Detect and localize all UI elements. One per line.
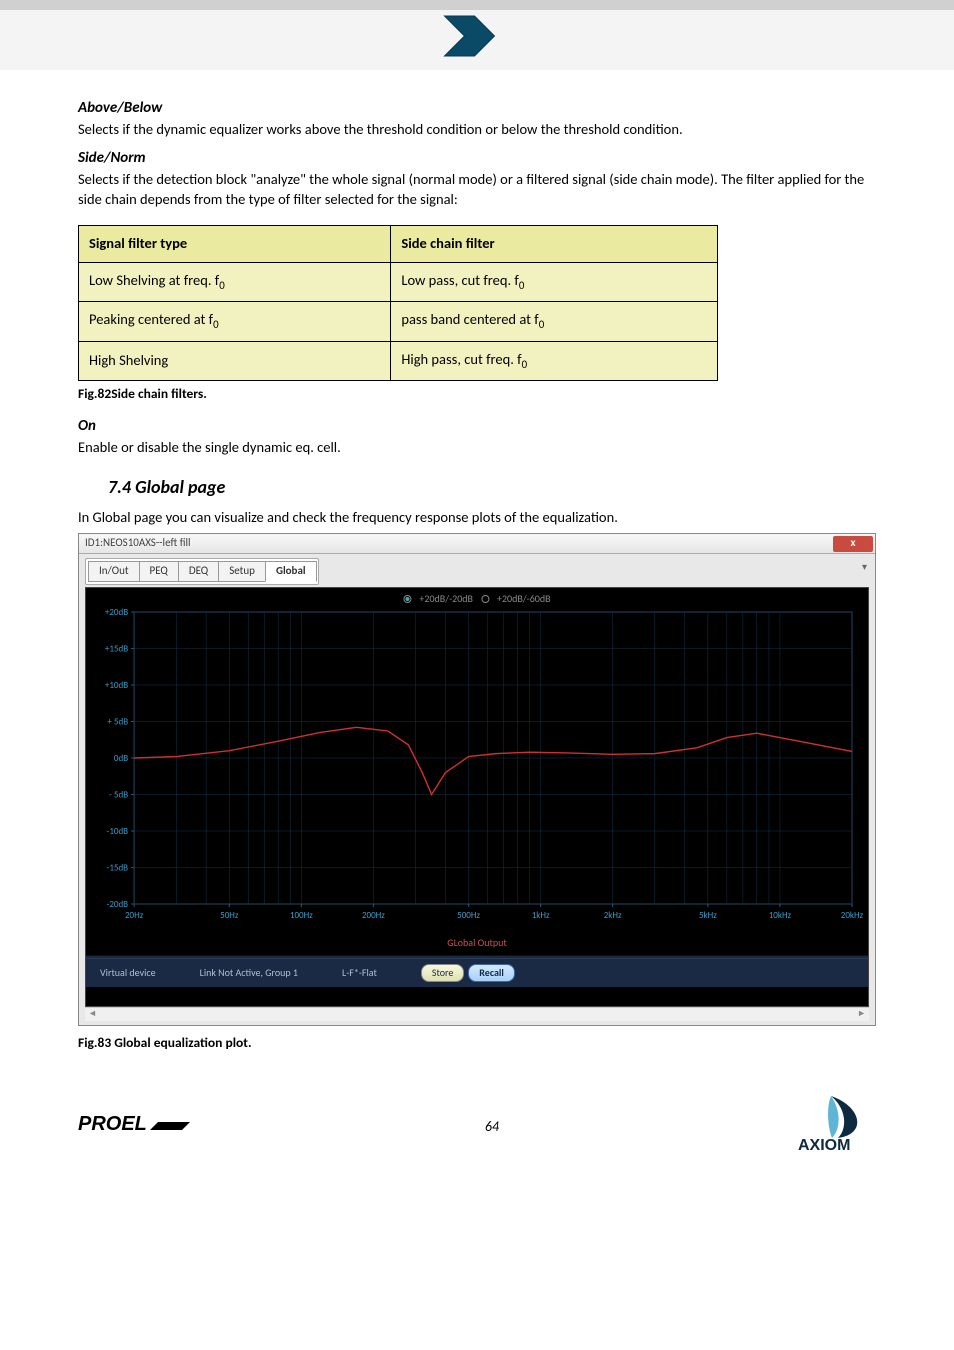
eq-plot: +20dB +15dB +10dB + 5dB 0dB - 5dB -10dB -15dB -2… bbox=[86, 588, 868, 928]
table-row: Low Shelving at freq. f0 Low pass, cut f… bbox=[79, 262, 718, 302]
text-above-below: Selects if the dynamic equalizer works a… bbox=[78, 120, 876, 140]
window-title: ID1:NEOS10AXS--left fill bbox=[85, 536, 191, 551]
table-row: High Shelving High pass, cut freq. f0 bbox=[79, 341, 718, 381]
tab-setup[interactable]: Setup bbox=[218, 561, 266, 582]
zoom-radio-20[interactable] bbox=[403, 595, 411, 603]
zoom-label-60: +20dB/-60dB bbox=[497, 592, 551, 606]
text-side-norm: Selects if the detection block "analyze"… bbox=[78, 170, 876, 209]
th-sidechain: Side chain filter bbox=[391, 226, 718, 263]
svg-text:5kHz: 5kHz bbox=[699, 910, 717, 921]
svg-text:1kHz: 1kHz bbox=[532, 910, 550, 921]
recall-button[interactable]: Recall bbox=[468, 964, 515, 982]
th-signal: Signal filter type bbox=[79, 226, 391, 263]
tab-global[interactable]: Global bbox=[265, 561, 317, 582]
svg-text:+ 5dB: + 5dB bbox=[107, 717, 128, 728]
close-icon: x bbox=[850, 536, 855, 551]
svg-text:20Hz: 20Hz bbox=[125, 910, 144, 921]
app-screenshot: ID1:NEOS10AXS--left fill x In/Out PEQ DE… bbox=[78, 533, 876, 1026]
store-button[interactable]: Store bbox=[421, 964, 464, 982]
heading-on: On bbox=[78, 416, 876, 436]
zoom-radio-60[interactable] bbox=[481, 595, 489, 603]
svg-text:100Hz: 100Hz bbox=[290, 910, 313, 921]
zoom-label-20: +20dB/-20dB bbox=[419, 592, 473, 606]
svg-text:50Hz: 50Hz bbox=[220, 910, 239, 921]
page-number: 64 bbox=[198, 1118, 786, 1135]
logo-proel: PROEL bbox=[78, 1108, 198, 1145]
caption-fig82: Fig.82Side chain filters. bbox=[78, 385, 876, 403]
svg-text:+15dB: +15dB bbox=[105, 644, 128, 655]
tab-inout[interactable]: In/Out bbox=[88, 561, 140, 582]
chart-xlabel: GLobal Output bbox=[86, 936, 868, 950]
text-global-page: In Global page you can visualize and che… bbox=[78, 508, 876, 528]
tab-deq[interactable]: DEQ bbox=[178, 561, 219, 582]
svg-text:-10dB: -10dB bbox=[107, 826, 129, 837]
svg-text:+10dB: +10dB bbox=[105, 680, 128, 691]
svg-text:-20dB: -20dB bbox=[107, 899, 129, 910]
heading-above-below: Above/Below bbox=[78, 98, 876, 118]
svg-text:+20dB: +20dB bbox=[105, 607, 128, 618]
header-decoration bbox=[439, 10, 509, 73]
horizontal-scrollbar[interactable] bbox=[85, 1007, 869, 1021]
heading-side-norm: Side/Norm bbox=[78, 148, 876, 168]
status-device: Virtual device bbox=[100, 966, 156, 980]
svg-text:20kHz: 20kHz bbox=[841, 910, 864, 921]
close-button[interactable]: x bbox=[833, 536, 873, 552]
svg-text:-15dB: -15dB bbox=[107, 863, 129, 874]
tab-bar: In/Out PEQ DEQ Setup Global bbox=[85, 558, 319, 585]
svg-text:0dB: 0dB bbox=[114, 753, 128, 764]
svg-text:- 5dB: - 5dB bbox=[109, 790, 128, 801]
status-link: Link Not Active, Group 1 bbox=[200, 966, 298, 980]
svg-text:2kHz: 2kHz bbox=[604, 910, 622, 921]
svg-text:200Hz: 200Hz bbox=[362, 910, 385, 921]
svg-text:PROEL: PROEL bbox=[78, 1113, 147, 1135]
heading-global-page: 7.4 Global page bbox=[108, 475, 876, 499]
text-on: Enable or disable the single dynamic eq.… bbox=[78, 438, 876, 458]
tab-peq[interactable]: PEQ bbox=[139, 561, 179, 582]
status-preset: L-F*-Flat bbox=[342, 966, 377, 980]
table-row: Peaking centered at f0 pass band centere… bbox=[79, 302, 718, 342]
svg-text:500Hz: 500Hz bbox=[457, 910, 480, 921]
caption-fig83: Fig.83 Global equalization plot. bbox=[78, 1034, 876, 1052]
logo-axiom: AXIOM bbox=[786, 1094, 876, 1159]
svg-text:AXIOM: AXIOM bbox=[798, 1137, 850, 1154]
svg-text:10kHz: 10kHz bbox=[769, 910, 792, 921]
pin-icon[interactable]: ▾ bbox=[862, 560, 867, 574]
filter-table: Signal filter type Side chain filter Low… bbox=[78, 225, 718, 381]
